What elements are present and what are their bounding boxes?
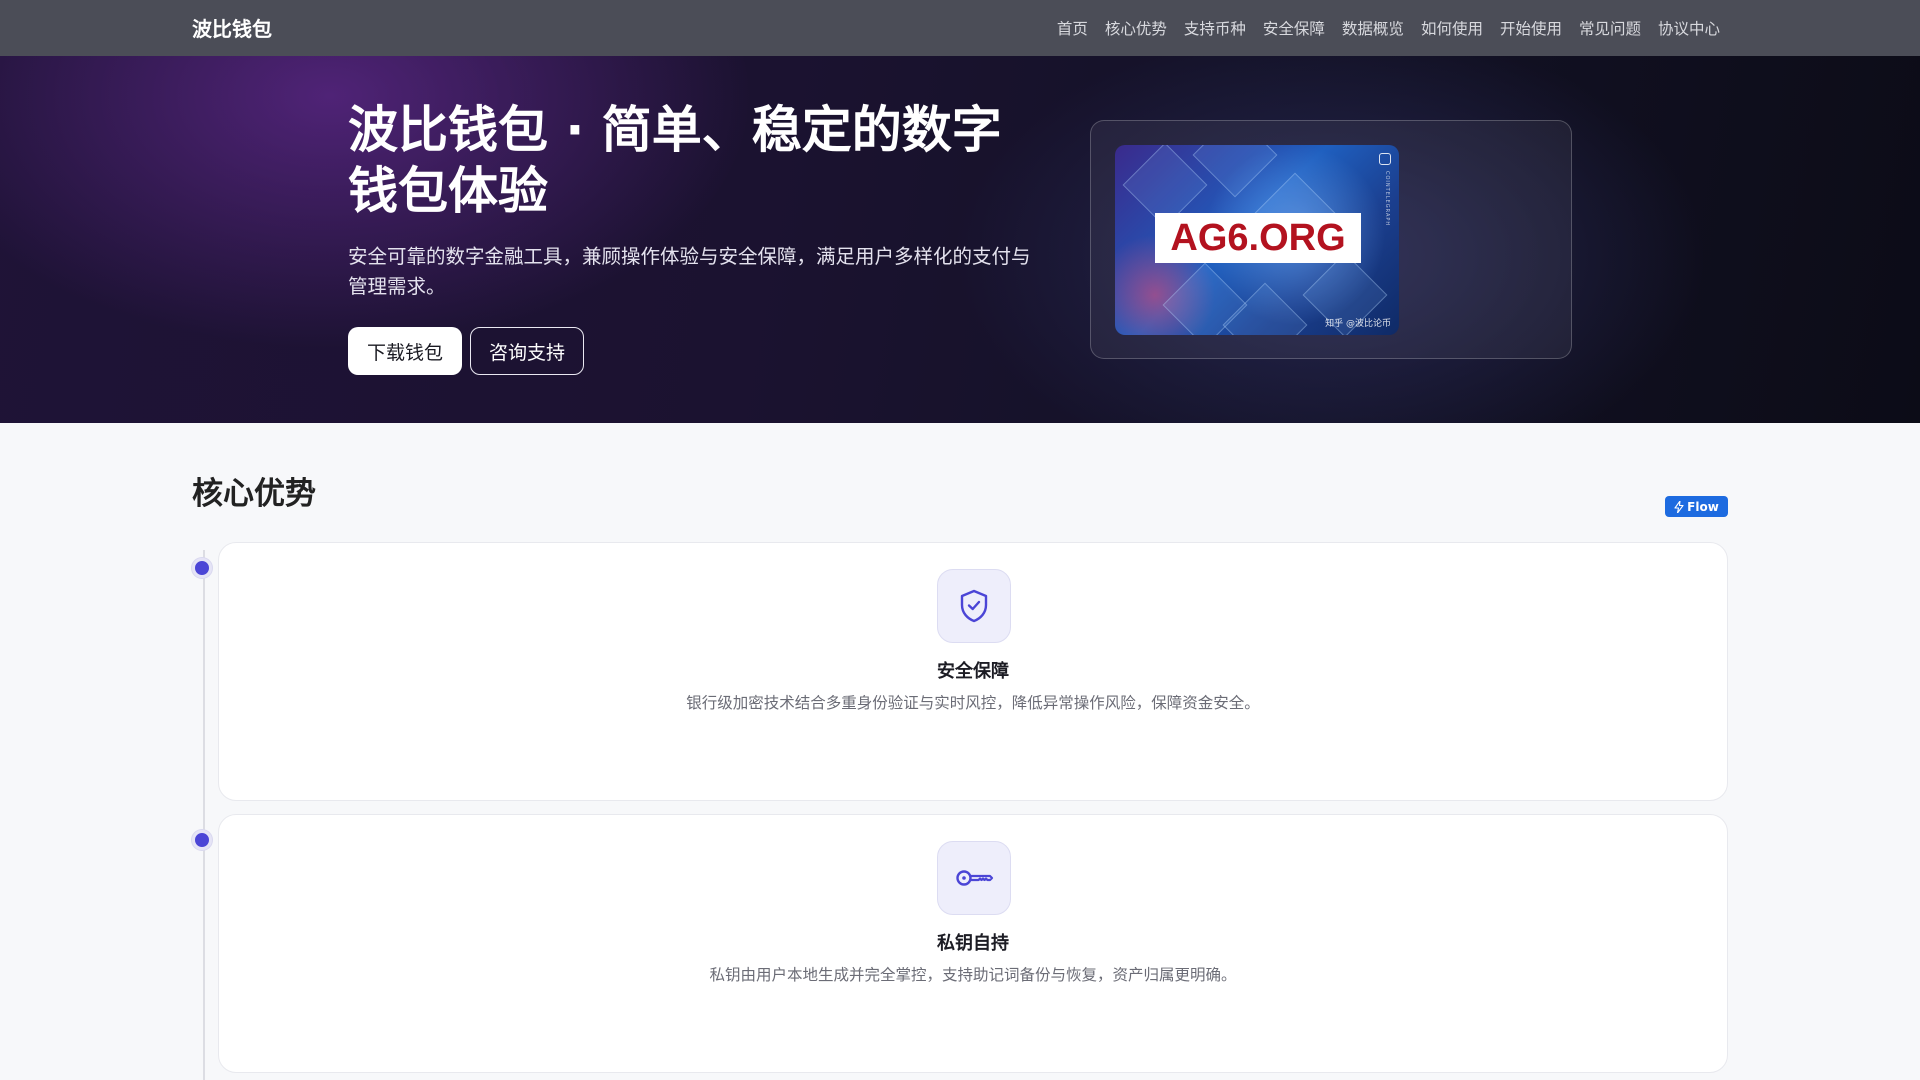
nav-link-get-started[interactable]: 开始使用 [1500, 17, 1562, 39]
nav-link-data[interactable]: 数据概览 [1342, 17, 1404, 39]
nav-link-advantages[interactable]: 核心优势 [1105, 17, 1167, 39]
consult-support-button[interactable]: 咨询支持 [470, 327, 584, 375]
image-vertical-label: COINTELEGRAPH [1384, 171, 1390, 227]
lightning-icon [1674, 500, 1684, 513]
shield-check-icon [960, 589, 988, 623]
image-pattern [1192, 145, 1278, 198]
feature-icon-wrapper [937, 841, 1011, 915]
brand-logo[interactable]: 波比钱包 [192, 13, 272, 42]
feature-description: 银行级加密技术结合多重身份验证与实时风控，降低异常操作风险，保障资金安全。 [686, 694, 1260, 712]
nav-link-security[interactable]: 安全保障 [1263, 17, 1325, 39]
hero-title: 波比钱包 · 简单、稳定的数字钱包体验 [348, 101, 1002, 220]
feature-title: 私钥自持 [937, 933, 1009, 954]
nav-link-currencies[interactable]: 支持币种 [1184, 17, 1246, 39]
nav-link-home[interactable]: 首页 [1057, 17, 1088, 39]
watermark-text: AG6.ORG [1170, 216, 1346, 259]
feature-card-private-key: 私钥自持 私钥由用户本地生成并完全掌控，支持助记词备份与恢复，资产归属更明确。 [218, 814, 1728, 1073]
hero-section: 波比钱包 · 简单、稳定的数字钱包体验 安全可靠的数字金融工具，兼顾操作体验与安… [0, 56, 1920, 423]
nav-link-agreements[interactable]: 协议中心 [1658, 17, 1720, 39]
timeline-dot [192, 830, 212, 850]
timeline-dot [192, 558, 212, 578]
key-icon [956, 870, 994, 886]
watermark-box: AG6.ORG [1155, 213, 1361, 263]
timeline-line [203, 550, 205, 1080]
flow-badge-label: Flow [1687, 499, 1719, 514]
image-logo-icon [1379, 153, 1391, 165]
hero-subtitle: 安全可靠的数字金融工具，兼顾操作体验与安全保障，满足用户多样化的支付与管理需求。 [348, 245, 1031, 298]
feature-icon-wrapper [937, 569, 1011, 643]
feature-title: 安全保障 [937, 661, 1009, 682]
feature-card-security: 安全保障 银行级加密技术结合多重身份验证与实时风控，降低异常操作风险，保障资金安… [218, 542, 1728, 801]
feature-description: 私钥由用户本地生成并完全掌控，支持助记词备份与恢复，资产归属更明确。 [709, 966, 1237, 984]
top-navbar: 波比钱包 首页 核心优势 支持币种 安全保障 数据概览 如何使用 开始使用 常见… [0, 0, 1920, 56]
nav-links: 首页 核心优势 支持币种 安全保障 数据概览 如何使用 开始使用 常见问题 协议… [1057, 17, 1720, 39]
nav-link-how-to-use[interactable]: 如何使用 [1421, 17, 1483, 39]
flow-badge[interactable]: Flow [1665, 496, 1728, 517]
download-wallet-button[interactable]: 下载钱包 [348, 327, 462, 375]
section-title: 核心优势 [192, 476, 316, 512]
nav-link-faq[interactable]: 常见问题 [1579, 17, 1641, 39]
image-caption: 知乎 @波比论币 [1325, 319, 1391, 329]
hero-image: COINTELEGRAPH AG6.ORG 知乎 @波比论币 [1115, 145, 1399, 335]
hero-image-card: COINTELEGRAPH AG6.ORG 知乎 @波比论币 [1090, 120, 1572, 359]
